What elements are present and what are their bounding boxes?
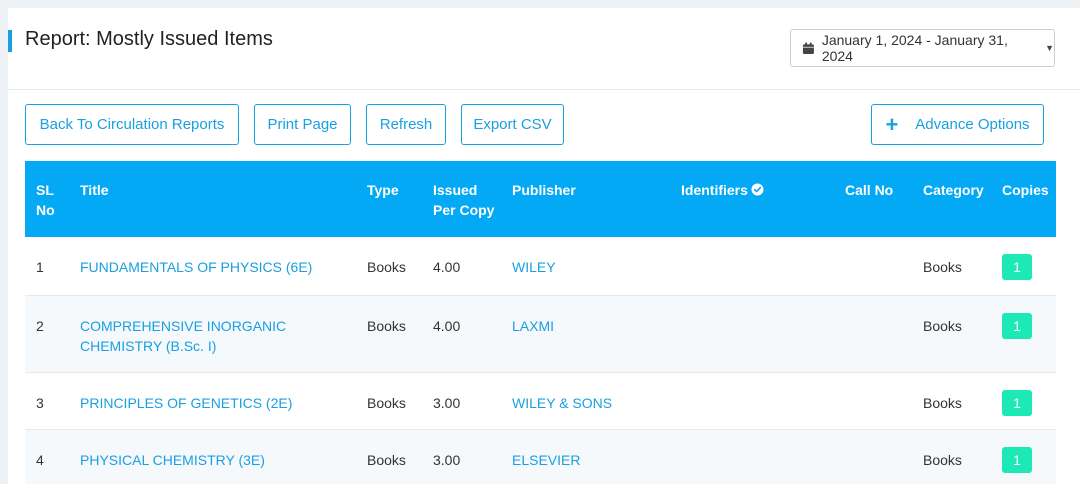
table-row: 3 PRINCIPLES OF GENETICS (2E) Books 3.00… (25, 372, 1056, 429)
column-header-title: Title (80, 182, 109, 198)
cell-category: Books (923, 317, 962, 334)
refresh-button[interactable]: Refresh (366, 104, 446, 145)
cell-type: Books (367, 451, 406, 468)
cell-type: Books (367, 317, 406, 334)
back-to-circulation-reports-button[interactable]: Back To Circulation Reports (25, 104, 239, 145)
item-title-link[interactable]: FUNDAMENTALS OF PHYSICS (6E) (80, 259, 312, 275)
toolbar: Back To Circulation Reports Print Page R… (8, 90, 1080, 162)
column-header-type: Type (367, 182, 399, 198)
page-title: Report: Mostly Issued Items (25, 28, 273, 50)
cell-call-no (845, 429, 923, 484)
advance-options-label: Advance Options (915, 116, 1030, 133)
cell-issued-per-copy: 3.00 (433, 394, 461, 411)
mostly-issued-items-table: SL No Title Type Issued Per Copy Publish… (25, 161, 1056, 484)
cell-category: Books (923, 451, 962, 468)
identifiers-label: Identifiers (681, 182, 748, 198)
copies-badge[interactable]: 1 (1002, 389, 1032, 416)
caret-down-icon: ▼ (1045, 43, 1054, 53)
report-card: Report: Mostly Issued Items January 1, 2… (8, 8, 1080, 484)
table-row: 1 FUNDAMENTALS OF PHYSICS (6E) Books 4.0… (25, 237, 1056, 295)
cell-issued-per-copy: 4.00 (433, 259, 461, 275)
table-header-row: SL No Title Type Issued Per Copy Publish… (25, 161, 1056, 237)
check-circle-icon[interactable] (751, 183, 764, 196)
cell-call-no (845, 372, 923, 429)
advance-options-button[interactable]: + Advance Options (871, 104, 1044, 145)
date-range-picker[interactable]: January 1, 2024 - January 31, 2024 ▼ (790, 29, 1055, 67)
cell-identifiers (681, 237, 845, 295)
copies-badge[interactable]: 1 (1002, 254, 1032, 280)
cell-category: Books (923, 259, 962, 275)
report-header: Report: Mostly Issued Items January 1, 2… (8, 8, 1080, 90)
item-title-link[interactable]: PRINCIPLES OF GENETICS (2E) (80, 395, 292, 411)
table-row: 4 PHYSICAL CHEMISTRY (3E) Books 3.00 ELS… (25, 429, 1056, 484)
copies-badge[interactable]: 1 (1002, 446, 1032, 473)
copies-badge[interactable]: 1 (1002, 312, 1032, 339)
cell-sl-no: 2 (36, 317, 44, 334)
cell-sl-no: 3 (36, 394, 44, 411)
column-header-sl-no: SL No (36, 182, 55, 218)
cell-identifiers (681, 372, 845, 429)
item-title-link[interactable]: PHYSICAL CHEMISTRY (3E) (80, 452, 265, 468)
publisher-link[interactable]: LAXMI (512, 318, 554, 334)
publisher-link[interactable]: WILEY & SONS (512, 395, 612, 411)
column-header-issued-per-copy: Issued Per Copy (433, 182, 495, 218)
column-header-category: Category (923, 182, 984, 198)
column-header-publisher: Publisher (512, 182, 576, 198)
cell-type: Books (367, 394, 406, 411)
cell-call-no (845, 237, 923, 295)
table-row: 2 COMPREHENSIVE INORGANIC CHEMISTRY (B.S… (25, 295, 1056, 372)
print-page-button[interactable]: Print Page (254, 104, 351, 145)
title-accent-bar (8, 30, 12, 52)
cell-identifiers (681, 295, 845, 372)
cell-type: Books (367, 259, 406, 275)
cell-category: Books (923, 394, 962, 411)
cell-sl-no: 4 (36, 451, 44, 468)
column-header-copies: Copies (1002, 182, 1049, 198)
cell-sl-no: 1 (36, 259, 44, 275)
date-range-label: January 1, 2024 - January 31, 2024 (821, 32, 1008, 64)
cell-identifiers (681, 429, 845, 484)
cell-issued-per-copy: 4.00 (433, 317, 461, 334)
calendar-icon (802, 42, 814, 54)
plus-icon: + (885, 111, 899, 137)
item-title-link[interactable]: COMPREHENSIVE INORGANIC CHEMISTRY (B.Sc.… (80, 318, 286, 354)
export-csv-button[interactable]: Export CSV (461, 104, 564, 145)
publisher-link[interactable]: ELSEVIER (512, 452, 580, 468)
cell-call-no (845, 295, 923, 372)
column-header-call-no: Call No (845, 182, 894, 198)
publisher-link[interactable]: WILEY (512, 259, 556, 275)
cell-issued-per-copy: 3.00 (433, 451, 461, 468)
column-header-identifiers[interactable]: Identifiers (681, 161, 845, 237)
